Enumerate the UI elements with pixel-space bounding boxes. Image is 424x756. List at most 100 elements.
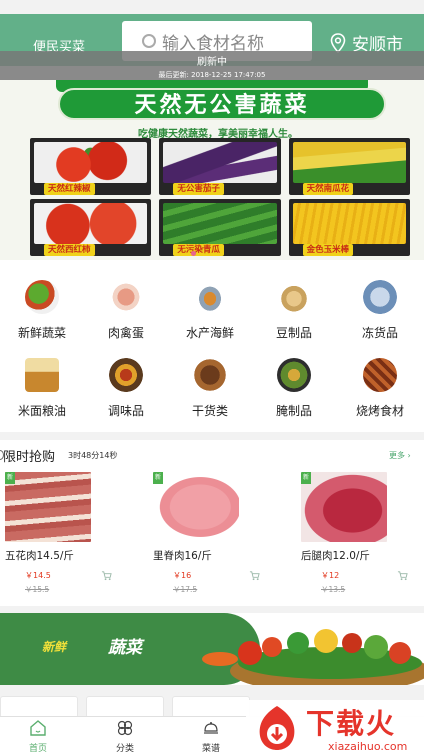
home-icon [30,720,46,736]
refresh-timestamp: 最后更新: 2018-12-25 17:47:05 [158,71,266,79]
recipe-icon [204,722,218,734]
product-image-hind-leg: 新 [301,472,387,542]
category-label: 豆制品 [275,326,312,340]
promo-text-vegetables: 蔬菜 [108,638,142,658]
product-name: 里脊肉16/斤 [153,550,212,562]
category-item-vegetables[interactable]: 新鲜蔬菜 [0,280,84,341]
product-card[interactable]: 新 五花肉14.5/斤 ￥14.5 ￥15.5 [5,470,125,602]
bbq-icon [363,358,397,392]
category-item-seasoning[interactable]: 调味品 [84,358,168,419]
product-name: 五花肉14.5/斤 [5,550,74,562]
search-placeholder: 输入食材名称 [162,33,264,54]
eggplant-photo [163,142,277,183]
product-name: 后腿肉12.0/斤 [301,550,370,562]
watermark-text: 下载火 [306,707,397,740]
product-original-price: ￥15.5 [25,585,50,594]
category-label: 肉禽蛋 [107,326,144,340]
category-label: 冻货品 [361,326,398,340]
fresh-vegetables-banner[interactable]: 新鲜 蔬菜 [0,613,424,685]
category-item-bbq[interactable]: 烧烤食材 [338,358,422,419]
category-label: 新鲜蔬菜 [17,326,66,340]
seasoning-icon [109,358,143,392]
category-item-frozen[interactable]: 冻货品 [338,280,422,341]
carousel-indicator[interactable] [191,251,196,256]
cart-icon[interactable] [249,570,260,581]
nav-category[interactable]: 分类 [95,719,155,754]
category-item-grain-oil[interactable]: 米面粮油 [0,358,84,419]
banner-item-label: 天然西红柿 [44,244,95,256]
flash-sale-title: 限时抢购 [3,450,56,465]
product-image-tenderloin: 新 [153,472,239,542]
category-grid: 新鲜蔬菜 肉禽蛋 水产海鲜 豆制品 冻货品 米面粮油 调味品 干货类 腌制品 烧… [0,260,424,432]
category-item-meat[interactable]: 肉禽蛋 [84,280,168,341]
product-original-price: ￥17.5 [173,585,198,594]
new-tag: 新 [301,472,311,484]
cart-icon[interactable] [397,570,408,581]
flash-sale-header: 限时抢购 3时48分14秒 更多 › [0,446,424,465]
content-card[interactable] [0,696,78,718]
flash-sale-section: 限时抢购 3时48分14秒 更多 › 新 五花肉14.5/斤 ￥14.5 ￥15… [0,440,424,606]
banner-veg-grid: 天然红辣椒 无公害茄子 天然南瓜花 天然西红柿 无污染青瓜 金色玉米棒 [30,138,410,256]
location-pin-icon [330,32,346,53]
promo-text-fresh: 新鲜 [42,640,67,654]
product-card[interactable]: 新 里脊肉16/斤 ￥16 ￥17.5 [153,470,273,602]
banner-headline: 天然无公害蔬菜 [58,88,386,120]
refresh-status: 刷新中 [197,57,227,68]
tomato-photo [34,203,148,244]
category-label: 米面粮油 [17,404,66,418]
banner-item-label: 金色玉米棒 [302,244,354,256]
category-item-dried-goods[interactable]: 干货类 [168,358,252,419]
content-card[interactable] [86,696,164,718]
new-tag: 新 [153,472,163,484]
banner-item-label: 无污染青瓜 [173,244,224,256]
pickled-icon [277,358,311,392]
promo-banner-carousel[interactable]: 天然无公害蔬菜 吃健康天然蔬菜，享美丽幸福人生。 天然红辣椒 无公害茄子 天然南… [0,80,424,260]
tofu-icon [277,280,311,314]
red-pepper-photo [34,142,148,183]
category-label: 烧烤食材 [355,404,404,418]
vegetable-basket-image [202,629,424,685]
banner-item: 天然南瓜花 [288,138,410,195]
watermark-overlay: 下载火 xiazaihuo.com [246,700,424,756]
banner-item: 金色玉米棒 [288,199,410,256]
banner-item: 无污染青瓜 [159,199,281,256]
corn-photo [292,203,406,244]
product-price: ￥16 [173,571,192,580]
xiazaihuo-logo-icon [259,706,295,750]
cucumber-photo [163,203,277,244]
nav-category-label: 分类 [115,744,134,754]
more-link-label: 更多 [389,451,405,460]
pull-refresh-bar: 刷新中 最后更新: 2018-12-25 17:47:05 [0,51,424,80]
chevron-right-icon: › [407,451,411,460]
category-label: 腌制品 [275,404,312,418]
category-item-pickled[interactable]: 腌制品 [252,358,336,419]
category-item-seafood[interactable]: 水产海鲜 [168,280,252,341]
seafood-icon [193,280,227,314]
cart-icon[interactable] [101,570,112,581]
vegetables-icon [25,280,59,314]
more-link[interactable]: 更多 › [389,450,411,461]
banner-item-label: 天然南瓜花 [302,183,354,195]
category-label: 干货类 [191,404,228,418]
meat-icon [109,280,143,314]
product-original-price: ￥13.5 [321,585,346,594]
nav-recipe[interactable]: 菜谱 [181,719,241,754]
product-card[interactable]: 新 后腿肉12.0/斤 ￥12 ￥13.5 [301,470,421,602]
category-label: 水产海鲜 [185,326,234,340]
category-label: 调味品 [107,404,144,418]
pumpkin-flower-photo [292,142,406,183]
app-screen: 便民买菜 输入食材名称 安顺市 天然无公害蔬菜 吃健康天然蔬菜，享美丽幸福人生。… [0,0,424,756]
nav-home[interactable]: 首页 [8,719,68,754]
category-icon [117,720,133,736]
banner-item: 无公害茄子 [159,138,281,195]
nav-recipe-label: 菜谱 [201,744,220,754]
search-icon [142,34,156,48]
product-price: ￥14.5 [25,571,51,580]
content-card[interactable] [172,696,250,718]
banner-item: 天然红辣椒 [30,138,152,195]
category-item-tofu[interactable]: 豆制品 [252,280,336,341]
frozen-icon [363,280,397,314]
watermark-url: xiazaihuo.com [328,740,408,753]
dried-goods-icon [193,358,227,392]
product-image-pork-belly: 新 [5,472,91,542]
